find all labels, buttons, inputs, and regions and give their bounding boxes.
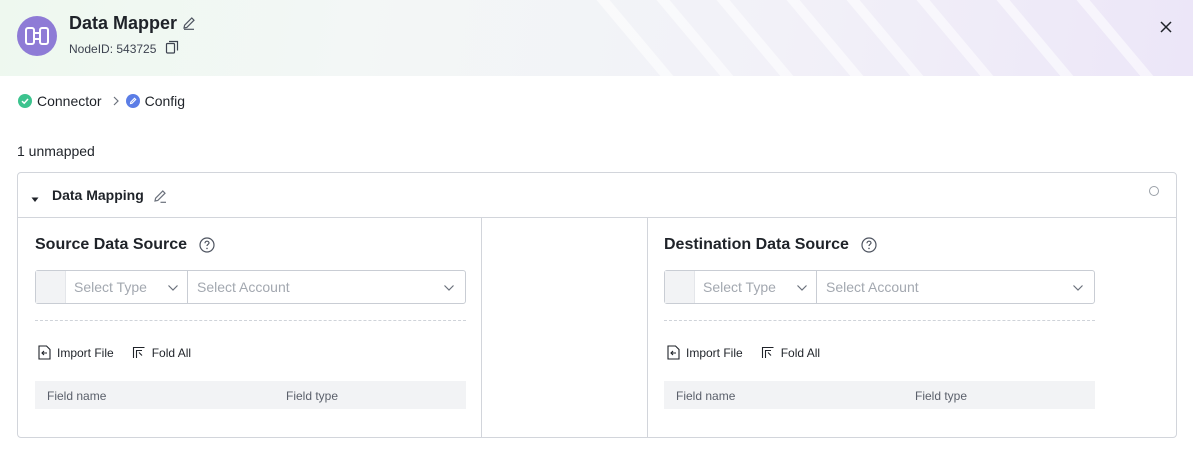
chevron-down-icon xyxy=(443,279,455,295)
dashed-divider xyxy=(35,320,466,321)
panel-title: Data Mapping xyxy=(52,187,144,203)
header-decoration xyxy=(1063,0,1187,76)
copy-icon[interactable] xyxy=(164,39,180,55)
page-title: Data Mapper xyxy=(69,13,178,33)
destination-title-text: Destination Data Source xyxy=(664,236,849,253)
type-icon-placeholder xyxy=(36,271,66,303)
check-icon xyxy=(18,94,32,108)
pencil-icon xyxy=(125,94,140,108)
import-file-icon xyxy=(667,345,680,360)
dashed-divider xyxy=(664,320,1095,321)
step-label: Connector xyxy=(37,93,102,109)
panel-header: Data Mapping xyxy=(18,173,1176,218)
column-header-field-name: Field name xyxy=(47,389,107,403)
source-import-file-button[interactable]: Import File xyxy=(38,345,114,360)
chevron-down-icon xyxy=(1072,279,1084,295)
destination-select-group: Select Type Select Account xyxy=(664,270,1095,304)
unmapped-count: 1 unmapped xyxy=(17,143,95,159)
select-type-placeholder: Select Type xyxy=(703,279,776,295)
destination-title: Destination Data Source xyxy=(664,236,877,254)
select-account-placeholder: Select Account xyxy=(826,279,919,295)
destination-import-file-button[interactable]: Import File xyxy=(667,345,743,360)
step-label: Config xyxy=(144,93,186,109)
edit-title-pencil-icon[interactable] xyxy=(181,15,197,31)
column-header-field-type: Field type xyxy=(286,389,339,403)
close-icon[interactable] xyxy=(1157,18,1175,36)
chevron-down-icon xyxy=(167,279,179,295)
destination-actions: Import File Fold All xyxy=(667,345,838,360)
fold-all-label: Fold All xyxy=(780,345,821,360)
source-actions: Import File Fold All xyxy=(38,345,209,360)
step-connector[interactable]: Connector xyxy=(18,93,102,109)
chevron-right-icon xyxy=(112,95,120,107)
caret-down-icon[interactable] xyxy=(31,191,39,202)
type-icon-placeholder xyxy=(665,271,695,303)
source-data-source: Source Data Source Select Type Select Ac… xyxy=(35,218,467,437)
destination-table-header: Field name Field type xyxy=(664,381,1095,409)
step-config[interactable]: Config xyxy=(125,93,186,109)
source-table-header: Field name Field type xyxy=(35,381,466,409)
destination-data-source: Destination Data Source Select Type Sele… xyxy=(664,218,1096,437)
source-select-account[interactable]: Select Account xyxy=(188,271,465,303)
fold-all-icon xyxy=(761,346,774,358)
import-file-label: Import File xyxy=(57,345,114,360)
chevron-down-icon xyxy=(796,279,808,295)
source-fold-all-button[interactable]: Fold All xyxy=(132,346,191,360)
node-id-label: NodeID: 543725 xyxy=(69,42,157,56)
breadcrumb: Connector Config xyxy=(18,92,185,110)
edit-panel-pencil-icon[interactable] xyxy=(152,188,168,204)
import-file-label: Import File xyxy=(686,345,743,360)
destination-select-account[interactable]: Select Account xyxy=(817,271,1094,303)
mapper-node-icon xyxy=(17,16,57,56)
select-account-placeholder: Select Account xyxy=(197,279,290,295)
import-file-icon xyxy=(38,345,51,360)
column-divider xyxy=(647,218,648,437)
source-select-group: Select Type Select Account xyxy=(35,270,466,304)
source-title-text: Source Data Source xyxy=(35,236,188,253)
status-circle-icon xyxy=(1149,186,1159,196)
select-type-placeholder: Select Type xyxy=(74,279,147,295)
drawer-header: Data Mapper NodeID: 543725 xyxy=(0,0,1193,76)
fold-all-icon xyxy=(132,346,145,358)
column-header-field-name: Field name xyxy=(676,389,736,403)
help-icon[interactable] xyxy=(199,237,215,253)
fold-all-label: Fold All xyxy=(151,345,192,360)
source-select-type[interactable]: Select Type xyxy=(66,271,188,303)
data-mapping-panel: Data Mapping Source Data Source Select T… xyxy=(17,172,1177,438)
help-icon[interactable] xyxy=(861,237,877,253)
column-header-field-type: Field type xyxy=(915,389,968,403)
destination-select-type[interactable]: Select Type xyxy=(695,271,817,303)
column-divider xyxy=(481,218,482,437)
source-title: Source Data Source xyxy=(35,236,215,254)
destination-fold-all-button[interactable]: Fold All xyxy=(761,346,820,360)
